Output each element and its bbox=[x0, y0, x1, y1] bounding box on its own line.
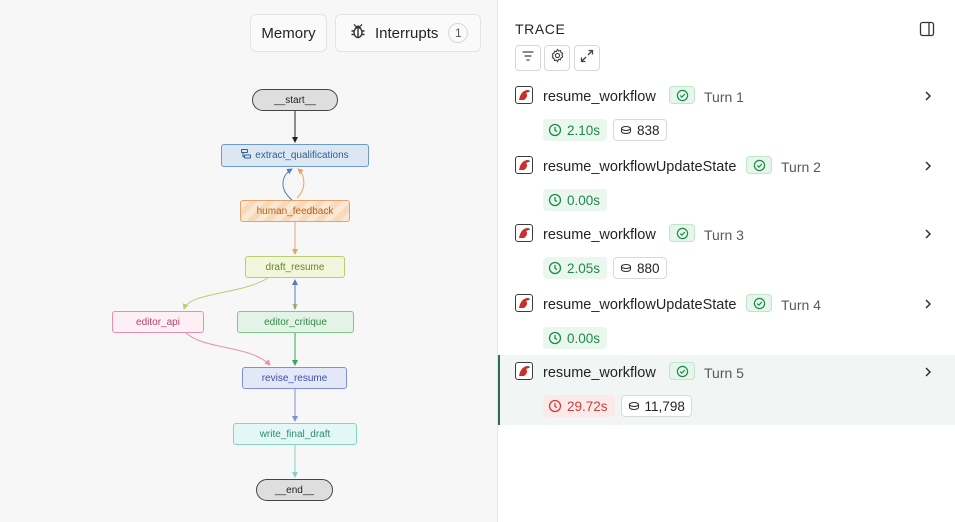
latency-value: 0.00s bbox=[567, 192, 601, 208]
parrot-logo-icon bbox=[515, 224, 533, 242]
latency-value: 29.72s bbox=[567, 398, 608, 414]
trace-row[interactable]: resume_workflow Turn 1 2.10s 838 bbox=[498, 85, 955, 151]
tokens-pill: 880 bbox=[613, 257, 667, 279]
coins-icon bbox=[620, 263, 632, 273]
graph-node-revise-resume[interactable]: revise_resume bbox=[242, 367, 347, 389]
turn-label: Turn 1 bbox=[704, 89, 744, 105]
clock-icon bbox=[548, 261, 562, 275]
gear-icon bbox=[550, 48, 565, 68]
parrot-logo-icon bbox=[515, 362, 533, 380]
coins-icon bbox=[620, 125, 632, 135]
run-name: resume_workflowUpdateState bbox=[543, 159, 737, 175]
latency-pill: 2.10s bbox=[543, 119, 608, 141]
run-metrics: 2.05s 880 bbox=[543, 257, 667, 279]
turn-label: Turn 5 bbox=[704, 365, 744, 381]
node-label: write_final_draft bbox=[259, 428, 331, 440]
tokens-value: 11,798 bbox=[644, 398, 685, 414]
chevron-right-icon[interactable] bbox=[921, 159, 935, 173]
latency-value: 0.00s bbox=[567, 330, 601, 346]
check-circle-icon bbox=[669, 86, 695, 104]
graph-node-editor-api[interactable]: editor_api bbox=[112, 311, 204, 333]
edge-editor-api-revise bbox=[185, 332, 271, 366]
run-name: resume_workflow bbox=[543, 365, 656, 381]
expand-icon bbox=[580, 49, 594, 68]
graph-panel: Memory Interrupts 1 __start__ extract_qu… bbox=[0, 0, 497, 522]
turn-label: Turn 3 bbox=[704, 227, 744, 243]
tokens-pill: 838 bbox=[613, 119, 667, 141]
tokens-value: 880 bbox=[637, 260, 660, 276]
trace-panel: TRACE resume_workflow Turn 1 2.10s 838 r… bbox=[497, 0, 955, 522]
parrot-logo-icon bbox=[515, 156, 533, 174]
turn-label: Turn 2 bbox=[781, 159, 821, 175]
edge-human-extract bbox=[282, 168, 293, 201]
trace-row[interactable]: resume_workflowUpdateState Turn 4 0.00s bbox=[498, 293, 955, 355]
run-name: resume_workflowUpdateState bbox=[543, 297, 737, 313]
edge-draft-editor-api bbox=[182, 277, 269, 310]
node-label: human_feedback bbox=[256, 205, 334, 217]
clock-icon bbox=[548, 123, 562, 137]
node-label: editor_critique bbox=[264, 316, 327, 328]
turn-label: Turn 4 bbox=[781, 297, 821, 313]
chevron-right-icon[interactable] bbox=[921, 89, 935, 103]
filter-icon bbox=[521, 49, 535, 68]
node-label: editor_api bbox=[136, 316, 180, 328]
edge-extract-human bbox=[296, 168, 305, 199]
latency-value: 2.10s bbox=[567, 122, 601, 138]
latency-pill: 0.00s bbox=[543, 327, 608, 349]
latency-pill: 0.00s bbox=[543, 189, 608, 211]
tokens-value: 838 bbox=[637, 122, 660, 138]
latency-value: 2.05s bbox=[567, 260, 601, 276]
run-metrics: 2.10s 838 bbox=[543, 119, 667, 141]
chevron-right-icon[interactable] bbox=[921, 227, 935, 241]
graph-node-editor-critique[interactable]: editor_critique bbox=[237, 311, 354, 333]
clock-icon bbox=[548, 331, 562, 345]
tokens-pill: 11,798 bbox=[620, 395, 692, 417]
check-circle-icon bbox=[669, 224, 695, 242]
trace-row-selected[interactable]: resume_workflow Turn 5 29.72s 11,798 bbox=[498, 355, 955, 425]
filter-button[interactable] bbox=[515, 45, 541, 71]
chevron-right-icon[interactable] bbox=[921, 297, 935, 311]
subgraph-icon bbox=[241, 149, 252, 162]
check-circle-icon bbox=[746, 156, 772, 174]
node-label: extract_qualifications bbox=[255, 150, 349, 161]
run-name: resume_workflow bbox=[543, 227, 656, 243]
node-label: __start__ bbox=[274, 94, 316, 106]
graph-node-draft-resume[interactable]: draft_resume bbox=[245, 256, 345, 278]
graph-node-human-feedback[interactable]: human_feedback bbox=[240, 200, 350, 222]
graph-node-write-final-draft[interactable]: write_final_draft bbox=[233, 423, 357, 445]
clock-icon bbox=[548, 399, 562, 413]
run-metrics: 0.00s bbox=[543, 327, 608, 349]
settings-button[interactable] bbox=[544, 45, 570, 71]
latency-pill: 29.72s bbox=[543, 395, 615, 417]
node-label: __end__ bbox=[275, 484, 314, 496]
expand-button[interactable] bbox=[574, 45, 600, 71]
latency-pill: 2.05s bbox=[543, 257, 608, 279]
parrot-logo-icon bbox=[515, 86, 533, 104]
check-circle-icon bbox=[669, 362, 695, 380]
trace-title: TRACE bbox=[515, 21, 566, 37]
clock-icon bbox=[548, 193, 562, 207]
run-metrics: 29.72s 11,798 bbox=[543, 395, 692, 417]
run-metrics: 0.00s bbox=[543, 189, 608, 211]
trace-row[interactable]: resume_workflowUpdateState Turn 2 0.00s bbox=[498, 155, 955, 219]
chevron-right-icon[interactable] bbox=[921, 365, 935, 379]
run-name: resume_workflow bbox=[543, 89, 656, 105]
trace-row[interactable]: resume_workflow Turn 3 2.05s 880 bbox=[498, 223, 955, 289]
graph-node-end[interactable]: __end__ bbox=[256, 479, 333, 501]
node-label: revise_resume bbox=[261, 372, 328, 384]
coins-icon bbox=[628, 401, 639, 411]
node-label: draft_resume bbox=[265, 261, 325, 273]
graph-node-start[interactable]: __start__ bbox=[252, 89, 338, 111]
graph-node-extract-qualifications[interactable]: extract_qualifications bbox=[221, 144, 369, 167]
sidebar-toggle-icon[interactable] bbox=[919, 21, 935, 37]
check-circle-icon bbox=[746, 294, 772, 312]
parrot-logo-icon bbox=[515, 294, 533, 312]
